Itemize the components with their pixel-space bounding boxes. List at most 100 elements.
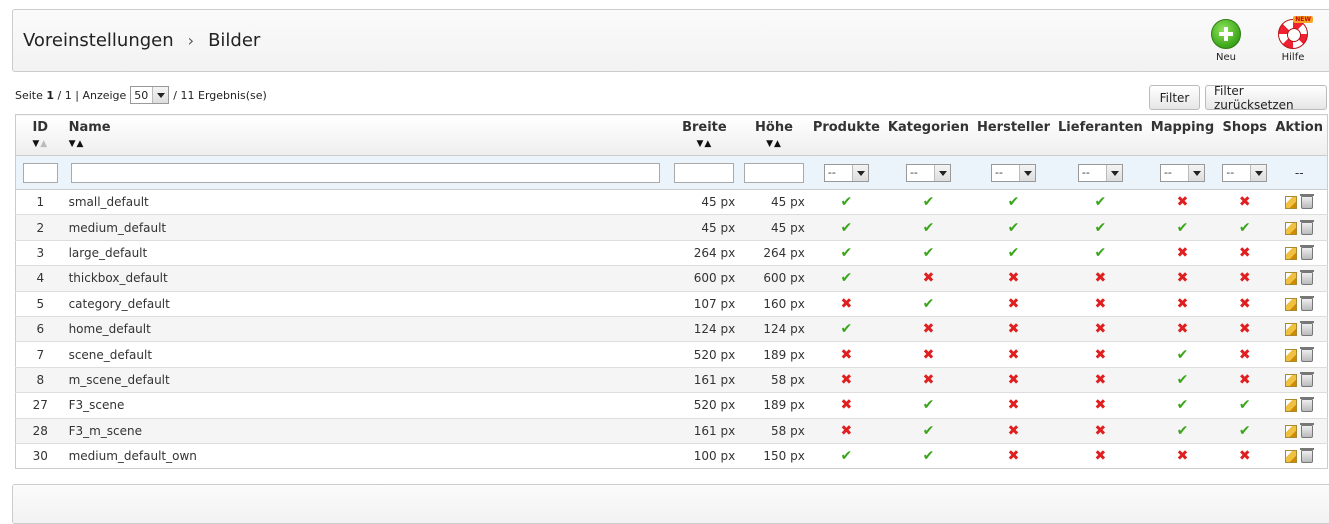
sort-asc-icon[interactable]: ▲ xyxy=(774,139,782,149)
check-icon[interactable]: ✔ xyxy=(841,245,853,261)
cross-icon[interactable]: ✖ xyxy=(1239,347,1251,363)
filter-width-input[interactable] xyxy=(674,162,735,183)
trash-icon[interactable] xyxy=(1300,295,1315,311)
check-icon[interactable]: ✔ xyxy=(923,194,935,210)
filter-mapping-select[interactable]: -- xyxy=(1159,163,1205,182)
cross-icon[interactable]: ✖ xyxy=(1239,448,1251,464)
cross-icon[interactable]: ✖ xyxy=(923,270,935,286)
cross-icon[interactable]: ✖ xyxy=(841,423,853,439)
cross-icon[interactable]: ✖ xyxy=(1095,397,1107,413)
sort-asc-icon[interactable]: ▲ xyxy=(77,139,85,149)
trash-icon[interactable] xyxy=(1300,194,1315,210)
sort-asc-icon[interactable]: ▲ xyxy=(704,139,712,149)
cross-icon[interactable]: ✖ xyxy=(841,296,853,312)
trash-icon[interactable] xyxy=(1300,448,1315,464)
cross-icon[interactable]: ✖ xyxy=(1008,372,1020,388)
filter-button[interactable]: Filter xyxy=(1149,85,1200,110)
check-icon[interactable]: ✔ xyxy=(1095,245,1107,261)
table-row[interactable]: 4 thickbox_default 600 px 600 px ✔ ✖ ✖ ✖ ✖ ✖ xyxy=(15,265,1328,292)
trash-icon[interactable] xyxy=(1300,270,1315,286)
check-icon[interactable]: ✔ xyxy=(1008,220,1020,236)
edit-icon[interactable] xyxy=(1285,323,1298,337)
trash-icon[interactable] xyxy=(1300,244,1315,260)
cross-icon[interactable]: ✖ xyxy=(1177,448,1189,464)
cross-icon[interactable]: ✖ xyxy=(1095,296,1107,312)
check-icon[interactable]: ✔ xyxy=(1177,347,1189,363)
cross-icon[interactable]: ✖ xyxy=(1239,270,1251,286)
sort-desc-icon[interactable]: ▼ xyxy=(69,139,77,149)
trash-icon[interactable] xyxy=(1300,321,1315,337)
check-icon[interactable]: ✔ xyxy=(841,194,853,210)
cross-icon[interactable]: ✖ xyxy=(923,321,935,337)
per-page-select[interactable]: 50 xyxy=(130,86,170,104)
check-icon[interactable]: ✔ xyxy=(841,220,853,236)
table-row[interactable]: 6 home_default 124 px 124 px ✔ ✖ ✖ ✖ ✖ ✖ xyxy=(15,315,1328,342)
check-icon[interactable]: ✔ xyxy=(1095,194,1107,210)
check-icon[interactable]: ✔ xyxy=(923,220,935,236)
check-icon[interactable]: ✔ xyxy=(841,270,853,286)
cross-icon[interactable]: ✖ xyxy=(1177,296,1189,312)
sort-desc-icon[interactable]: ▼ xyxy=(766,139,774,149)
cross-icon[interactable]: ✖ xyxy=(1008,397,1020,413)
table-row[interactable]: 28 F3_m_scene 161 px 58 px ✖ ✔ ✖ ✖ ✔ ✔ xyxy=(15,417,1328,444)
reset-filter-button[interactable]: Filter zurücksetzen xyxy=(1205,84,1327,112)
table-row[interactable]: 5 category_default 107 px 160 px ✖ ✔ ✖ ✖ ✖ ✖ xyxy=(15,290,1328,317)
table-row[interactable]: 3 large_default 264 px 264 px ✔ ✔ ✔ ✔ ✖ ✖ xyxy=(15,239,1328,266)
edit-icon[interactable] xyxy=(1285,450,1298,464)
edit-icon[interactable] xyxy=(1285,246,1298,260)
sort-asc-icon[interactable]: ▲ xyxy=(40,139,48,149)
table-row[interactable]: 30 medium_default_own 100 px 150 px ✔ ✔ ✖ ✖ ✖ ✖ xyxy=(15,442,1328,469)
cross-icon[interactable]: ✖ xyxy=(1177,194,1189,210)
cross-icon[interactable]: ✖ xyxy=(1095,448,1107,464)
trash-icon[interactable] xyxy=(1300,397,1315,413)
filter-name-input[interactable] xyxy=(70,162,660,183)
cross-icon[interactable]: ✖ xyxy=(841,347,853,363)
filter-id-input[interactable] xyxy=(22,162,58,183)
table-row[interactable]: 1 small_default 45 px 45 px ✔ ✔ ✔ ✔ ✖ ✖ xyxy=(15,188,1328,215)
edit-icon[interactable] xyxy=(1285,348,1298,362)
edit-icon[interactable] xyxy=(1285,272,1298,286)
cross-icon[interactable]: ✖ xyxy=(841,372,853,388)
check-icon[interactable]: ✔ xyxy=(841,448,853,464)
check-icon[interactable]: ✔ xyxy=(1239,423,1251,439)
check-icon[interactable]: ✔ xyxy=(1177,397,1189,413)
filter-height-input[interactable] xyxy=(744,162,804,183)
edit-icon[interactable] xyxy=(1285,424,1298,438)
edit-icon[interactable] xyxy=(1285,221,1298,235)
filter-shops-select[interactable]: -- xyxy=(1222,163,1268,182)
cross-icon[interactable]: ✖ xyxy=(1008,296,1020,312)
check-icon[interactable]: ✔ xyxy=(1239,397,1251,413)
trash-icon[interactable] xyxy=(1300,219,1315,235)
cross-icon[interactable]: ✖ xyxy=(1095,347,1107,363)
cross-icon[interactable]: ✖ xyxy=(1177,245,1189,261)
cross-icon[interactable]: ✖ xyxy=(1008,448,1020,464)
check-icon[interactable]: ✔ xyxy=(1177,372,1189,388)
filter-suppliers-select[interactable]: -- xyxy=(1077,163,1123,182)
cross-icon[interactable]: ✖ xyxy=(1239,296,1251,312)
cross-icon[interactable]: ✖ xyxy=(1177,270,1189,286)
check-icon[interactable]: ✔ xyxy=(923,296,935,312)
table-row[interactable]: 7 scene_default 520 px 189 px ✖ ✖ ✖ ✖ ✔ ✖ xyxy=(15,341,1328,368)
cross-icon[interactable]: ✖ xyxy=(1008,270,1020,286)
cross-icon[interactable]: ✖ xyxy=(1239,245,1251,261)
filter-products-select[interactable]: -- xyxy=(823,163,869,182)
table-row[interactable]: 2 medium_default 45 px 45 px ✔ ✔ ✔ ✔ ✔ ✔ xyxy=(15,214,1328,241)
check-icon[interactable]: ✔ xyxy=(1008,245,1020,261)
new-button[interactable]: Neu xyxy=(1206,19,1246,63)
trash-icon[interactable] xyxy=(1300,422,1315,438)
table-row[interactable]: 8 m_scene_default 161 px 58 px ✖ ✖ ✖ ✖ ✔ ✖ xyxy=(15,366,1328,393)
cross-icon[interactable]: ✖ xyxy=(1095,270,1107,286)
cross-icon[interactable]: ✖ xyxy=(1008,423,1020,439)
check-icon[interactable]: ✔ xyxy=(1177,220,1189,236)
check-icon[interactable]: ✔ xyxy=(1008,194,1020,210)
edit-icon[interactable] xyxy=(1285,297,1298,311)
edit-icon[interactable] xyxy=(1285,373,1298,387)
cross-icon[interactable]: ✖ xyxy=(923,347,935,363)
help-button[interactable]: NEW Hilfe xyxy=(1273,16,1313,63)
check-icon[interactable]: ✔ xyxy=(1177,423,1189,439)
cross-icon[interactable]: ✖ xyxy=(1239,372,1251,388)
edit-icon[interactable] xyxy=(1285,196,1298,210)
cross-icon[interactable]: ✖ xyxy=(1095,372,1107,388)
check-icon[interactable]: ✔ xyxy=(923,397,935,413)
cross-icon[interactable]: ✖ xyxy=(841,397,853,413)
